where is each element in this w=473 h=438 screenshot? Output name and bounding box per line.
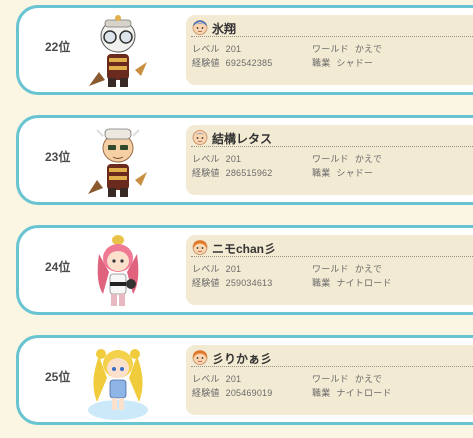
rank-number: 25位 bbox=[45, 370, 71, 384]
male-face-icon bbox=[192, 130, 208, 145]
character-avatar[interactable] bbox=[85, 12, 151, 90]
divider bbox=[191, 366, 473, 367]
world-label: ワールド bbox=[312, 154, 349, 164]
ranking-card: 23位 結構レタス レベル 201 経験値 286515962 ワールド かえで… bbox=[16, 115, 473, 205]
world-stat: ワールド かえで bbox=[312, 372, 382, 385]
ranking-card: 25位 彡りかぁ彡 レベル 201 経験値 205469019 ワールド かえで… bbox=[16, 335, 473, 425]
divider bbox=[191, 36, 473, 37]
player-name[interactable]: ニモchan彡 bbox=[212, 240, 276, 257]
female-face-icon bbox=[192, 240, 208, 255]
player-info-panel: 彡りかぁ彡 レベル 201 経験値 205469019 ワールド かえで 職業 ナイトロ… bbox=[186, 345, 473, 415]
world-value: かえで bbox=[354, 44, 383, 54]
exp-value: 692542385 bbox=[225, 58, 273, 68]
player-info-panel: 結構レタス レベル 201 経験値 286515962 ワールド かえで 職業 シャドー bbox=[186, 125, 473, 195]
level-value: 201 bbox=[225, 264, 242, 274]
female-face-icon bbox=[192, 350, 208, 365]
exp-stat: 経験値 692542385 bbox=[192, 56, 272, 69]
level-value: 201 bbox=[225, 44, 242, 54]
exp-label: 経験値 bbox=[192, 168, 220, 178]
level-label: レベル bbox=[192, 374, 220, 384]
divider bbox=[191, 256, 473, 257]
level-label: レベル bbox=[192, 264, 220, 274]
job-stat: 職業 シャドー bbox=[312, 56, 373, 69]
ranking-card: 24位 ニモchan彡 レベル 201 経験値 259034613 ワールド か… bbox=[16, 225, 473, 315]
ranking-list: 22位 氷翔 レベル 201 経験値 692542385 ワールド かえで 職業… bbox=[0, 0, 473, 438]
level-stat: レベル 201 bbox=[192, 42, 241, 55]
character-avatar[interactable] bbox=[85, 122, 151, 200]
world-label: ワールド bbox=[312, 374, 349, 384]
world-label: ワールド bbox=[312, 264, 349, 274]
rank-number: 23位 bbox=[45, 150, 71, 164]
player-name[interactable]: 結構レタス bbox=[212, 130, 272, 147]
level-label: レベル bbox=[192, 154, 220, 164]
job-value: シャドー bbox=[336, 168, 374, 178]
divider bbox=[191, 146, 473, 147]
world-stat: ワールド かえで bbox=[312, 42, 382, 55]
level-value: 201 bbox=[225, 154, 242, 164]
level-value: 201 bbox=[225, 374, 242, 384]
exp-value: 205469019 bbox=[225, 388, 273, 398]
job-label: 職業 bbox=[312, 278, 331, 288]
world-value: かえで bbox=[354, 154, 383, 164]
player-info-panel: 氷翔 レベル 201 経験値 692542385 ワールド かえで 職業 シャドー bbox=[186, 15, 473, 85]
job-value: シャドー bbox=[336, 58, 374, 68]
rank-number: 24位 bbox=[45, 260, 71, 274]
male-face-icon bbox=[192, 20, 208, 35]
character-avatar[interactable] bbox=[85, 342, 151, 420]
player-name[interactable]: 彡りかぁ彡 bbox=[212, 350, 272, 367]
job-label: 職業 bbox=[312, 58, 331, 68]
ranking-card: 22位 氷翔 レベル 201 経験値 692542385 ワールド かえで 職業… bbox=[16, 5, 473, 95]
exp-stat: 経験値 259034613 bbox=[192, 276, 272, 289]
level-stat: レベル 201 bbox=[192, 372, 241, 385]
level-stat: レベル 201 bbox=[192, 262, 241, 275]
player-info-panel: ニモchan彡 レベル 201 経験値 259034613 ワールド かえで 職業 ナイ… bbox=[186, 235, 473, 305]
exp-value: 286515962 bbox=[225, 168, 273, 178]
level-label: レベル bbox=[192, 44, 220, 54]
world-label: ワールド bbox=[312, 44, 349, 54]
rank-number: 22位 bbox=[45, 40, 71, 54]
exp-value: 259034613 bbox=[225, 278, 273, 288]
character-avatar[interactable] bbox=[85, 232, 151, 310]
exp-stat: 経験値 286515962 bbox=[192, 166, 272, 179]
job-stat: 職業 ナイトロード bbox=[312, 386, 392, 399]
job-label: 職業 bbox=[312, 388, 331, 398]
world-value: かえで bbox=[354, 264, 383, 274]
exp-label: 経験値 bbox=[192, 58, 220, 68]
world-stat: ワールド かえで bbox=[312, 262, 382, 275]
player-name[interactable]: 氷翔 bbox=[212, 20, 236, 37]
job-label: 職業 bbox=[312, 168, 331, 178]
exp-stat: 経験値 205469019 bbox=[192, 386, 272, 399]
level-stat: レベル 201 bbox=[192, 152, 241, 165]
job-stat: 職業 シャドー bbox=[312, 166, 373, 179]
exp-label: 経験値 bbox=[192, 388, 220, 398]
job-stat: 職業 ナイトロード bbox=[312, 276, 392, 289]
world-value: かえで bbox=[354, 374, 383, 384]
world-stat: ワールド かえで bbox=[312, 152, 382, 165]
exp-label: 経験値 bbox=[192, 278, 220, 288]
job-value: ナイトロード bbox=[336, 388, 392, 398]
job-value: ナイトロード bbox=[336, 278, 392, 288]
